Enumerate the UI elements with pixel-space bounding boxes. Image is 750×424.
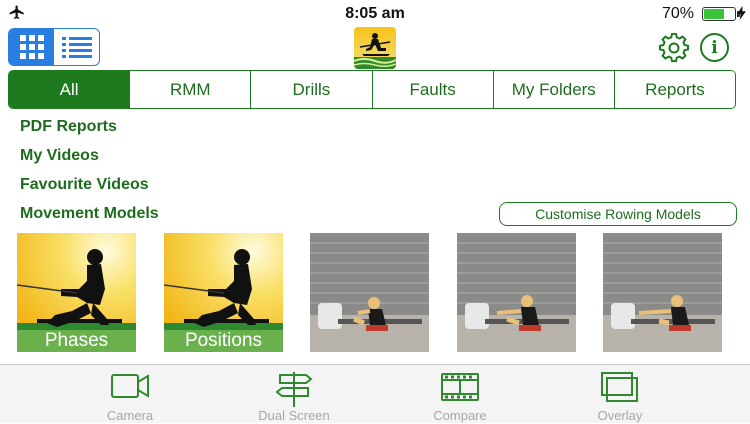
info-icon[interactable]: i — [700, 33, 729, 62]
tab-reports[interactable]: Reports — [613, 71, 735, 108]
movement-models-link[interactable]: Movement Models — [20, 203, 159, 232]
list-view-button[interactable] — [54, 29, 99, 65]
pdf-reports-link[interactable]: PDF Reports — [20, 116, 159, 145]
thumbnail-caption: Positions — [164, 330, 283, 352]
grid-view-button[interactable] — [9, 29, 54, 65]
tab-label: Dual Screen — [258, 408, 330, 423]
thumbnail-strip: Phases Positions — [0, 233, 750, 353]
tab-label: Overlay — [597, 408, 643, 423]
battery-icon — [702, 7, 740, 21]
tab-label: Camera — [106, 408, 154, 423]
video-thumbnail-2[interactable] — [457, 233, 576, 352]
status-bar: 8:05 am 70% — [0, 0, 750, 27]
tab-my-folders[interactable]: My Folders — [492, 71, 614, 108]
favourite-videos-link[interactable]: Favourite Videos — [20, 174, 159, 203]
battery-percentage: 70% — [661, 5, 694, 22]
gear-icon[interactable] — [659, 33, 689, 63]
overlay-icon — [601, 372, 638, 402]
tab-compare[interactable]: Compare — [400, 365, 520, 424]
grid-icon — [19, 35, 44, 59]
tab-overlay[interactable]: Overlay — [560, 365, 680, 424]
tab-rmm[interactable]: RMM — [129, 71, 251, 108]
tab-faults[interactable]: Faults — [371, 71, 493, 108]
thumbnail-positions[interactable]: Positions — [164, 233, 283, 352]
tab-label: Compare — [433, 408, 487, 423]
charging-bolt-icon — [737, 6, 746, 20]
tab-camera[interactable]: Camera — [70, 365, 190, 424]
bottom-tab-bar: Camera Dual Screen Compare Overlay — [0, 364, 750, 423]
signpost-icon — [275, 372, 313, 407]
section-links: PDF Reports My Videos Favourite Videos M… — [20, 116, 159, 232]
rowing-machine-photo — [457, 233, 576, 352]
rowing-machine-photo — [310, 233, 429, 352]
rowing-machine-photo — [603, 233, 722, 352]
clock: 8:05 am — [345, 5, 405, 22]
category-tabs: All RMM Drills Faults My Folders Reports — [8, 70, 736, 109]
tab-drills[interactable]: Drills — [250, 71, 372, 108]
battery-level — [704, 9, 725, 19]
tab-all[interactable]: All — [9, 71, 130, 108]
video-thumbnail-1[interactable] — [310, 233, 429, 352]
list-icon — [61, 37, 92, 58]
tab-dual-screen[interactable]: Dual Screen — [234, 365, 354, 424]
video-thumbnail-3[interactable] — [603, 233, 722, 352]
top-bar: i — [0, 27, 750, 69]
view-mode-toggle — [8, 28, 100, 66]
rowing-app-logo — [354, 27, 396, 69]
thumbnail-caption: Phases — [17, 330, 136, 352]
thumbnail-phases[interactable]: Phases — [17, 233, 136, 352]
camera-icon — [111, 374, 149, 398]
customise-rowing-models-button[interactable]: Customise Rowing Models — [499, 202, 737, 226]
my-videos-link[interactable]: My Videos — [20, 145, 159, 174]
film-strip-icon — [441, 373, 479, 401]
